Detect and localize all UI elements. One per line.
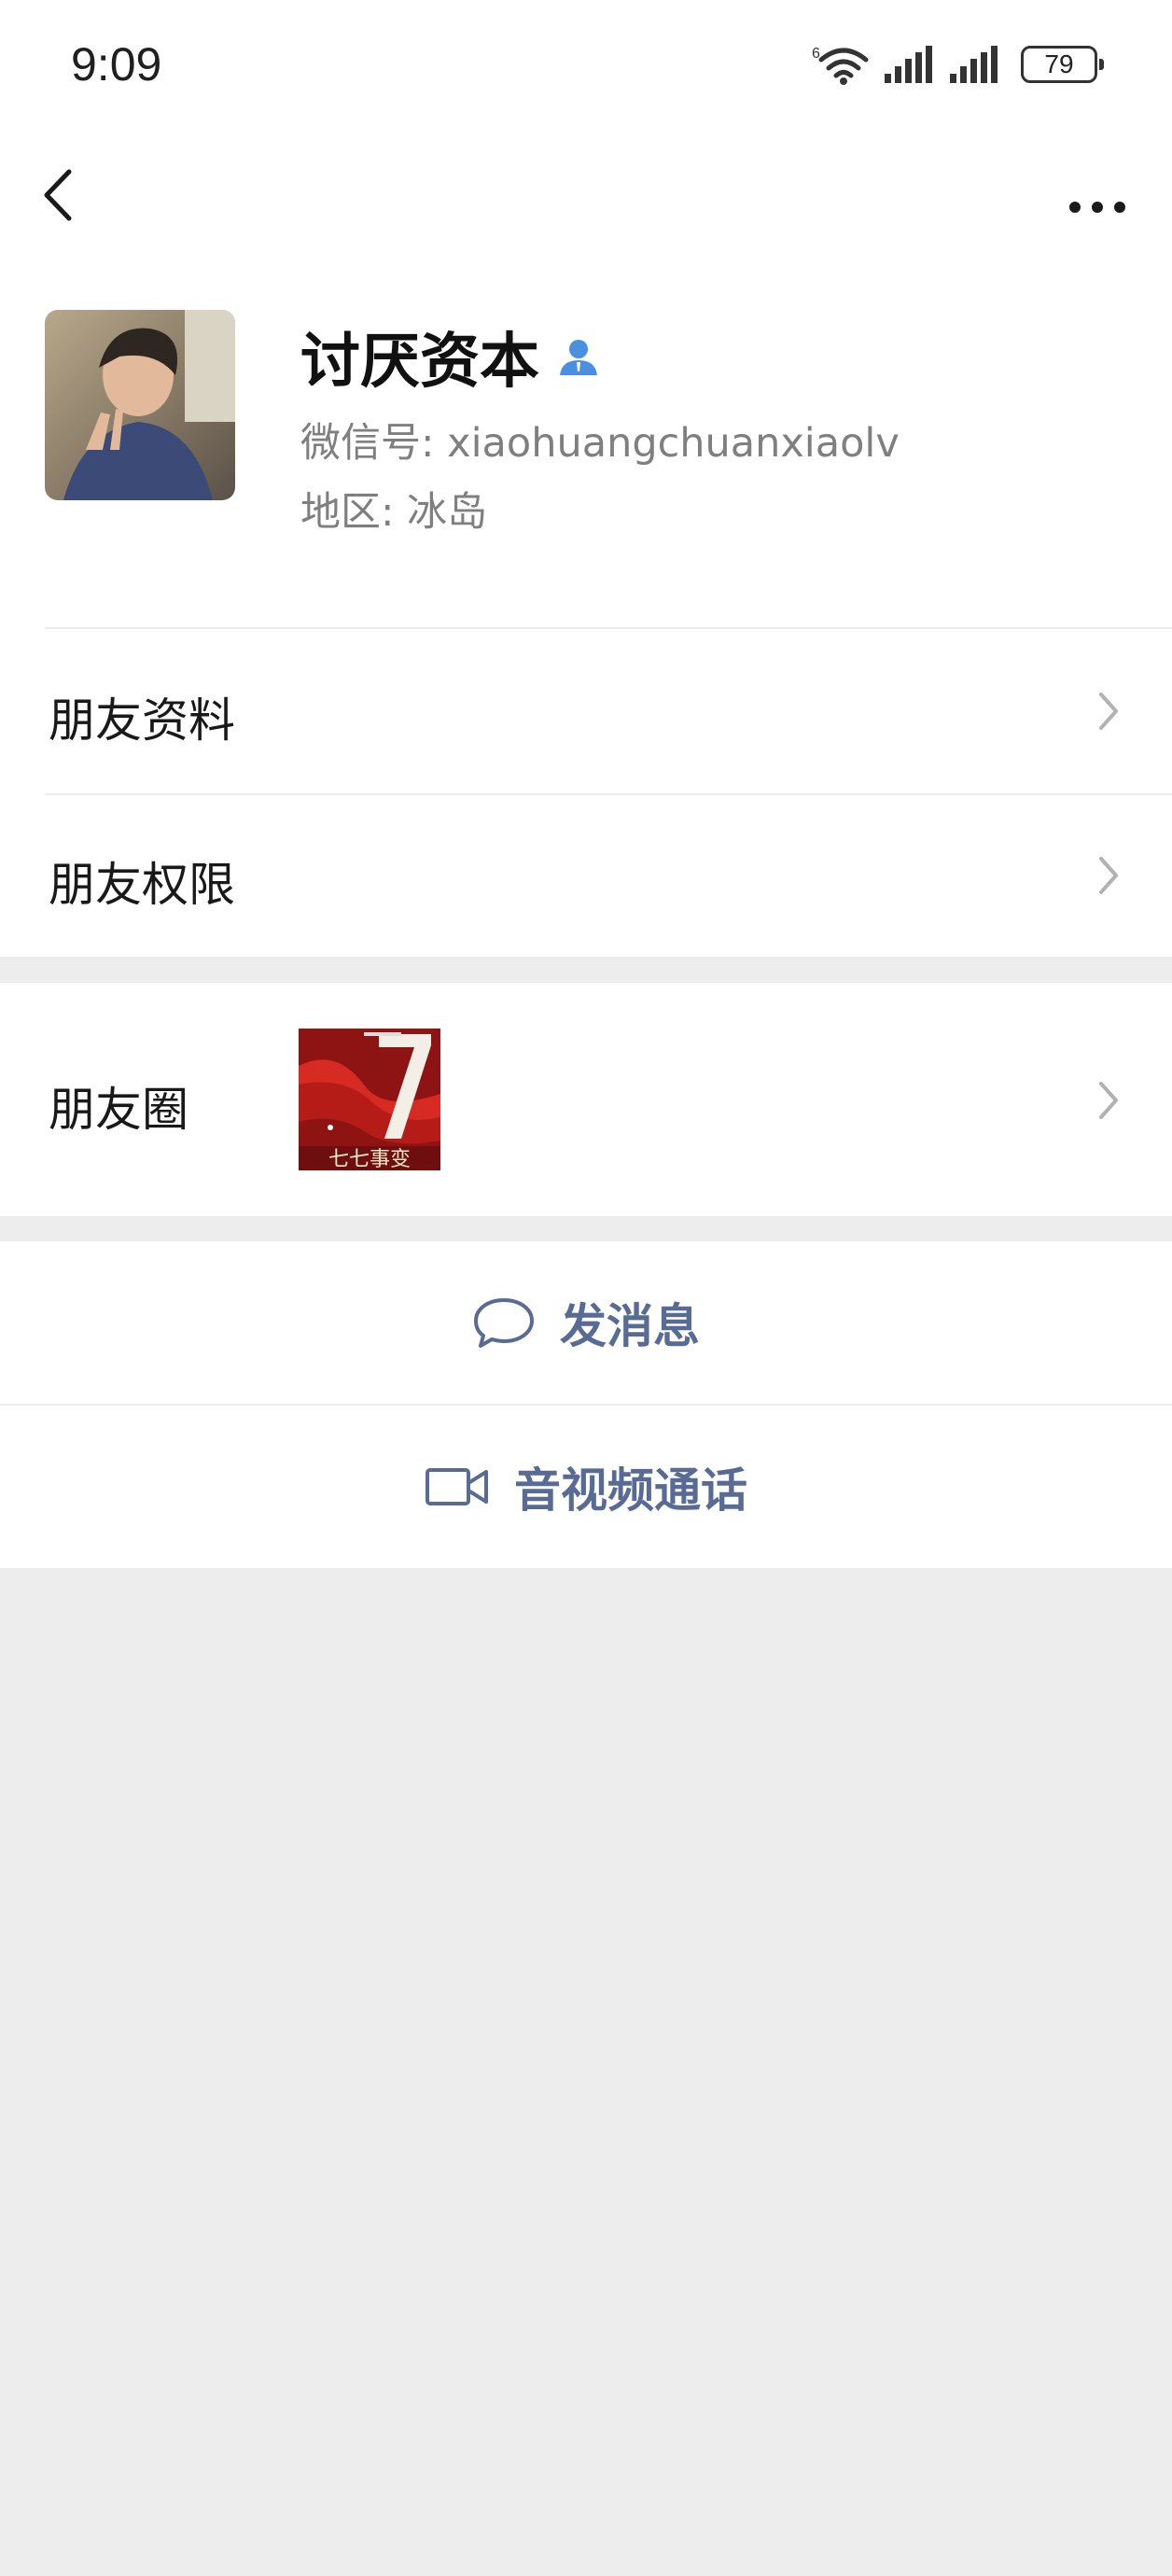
- battery-level: 79: [1044, 49, 1074, 78]
- wifi-icon: 6: [812, 46, 869, 85]
- wechat-id: 微信号: xiaohuangchuanxiaolv: [300, 420, 900, 467]
- profile-name: 讨厌资本: [300, 328, 539, 397]
- profile-name-row: 讨厌资本: [300, 314, 601, 399]
- chat-bubble-icon: [474, 1298, 534, 1348]
- chevron-right-icon: [1099, 1082, 1118, 1119]
- header: [0, 149, 1172, 243]
- friend-permissions-label: 朋友权限: [49, 858, 235, 912]
- friend-permissions-row[interactable]: 朋友权限: [0, 795, 1172, 956]
- moments-row[interactable]: 朋友圈: [0, 983, 1172, 1216]
- avatar-image: [45, 310, 235, 500]
- signal-icon-2: [950, 46, 998, 83]
- status-icons: 6 79: [810, 43, 1104, 86]
- video-camera-icon: [426, 1468, 488, 1505]
- video-call-label: 音视频通话: [514, 1463, 747, 1518]
- send-message-button[interactable]: 发消息: [0, 1241, 1172, 1404]
- more-dots-icon: [1069, 202, 1125, 213]
- send-message-label: 发消息: [560, 1299, 700, 1353]
- avatar[interactable]: [45, 310, 235, 500]
- friend-info-row[interactable]: 朋友资料: [0, 629, 1172, 793]
- moments-thumbnail[interactable]: 七七事变: [299, 1029, 440, 1170]
- status-time: 9:09: [71, 38, 162, 91]
- moments-label: 朋友圈: [49, 1083, 188, 1137]
- verified-user-icon: [560, 340, 597, 375]
- friend-info-label: 朋友资料: [49, 693, 235, 748]
- more-button[interactable]: [1060, 162, 1135, 228]
- section-gap: [0, 957, 1172, 983]
- moments-thumbnail-image: 七七事变: [299, 1029, 440, 1170]
- video-call-button[interactable]: 音视频通话: [0, 1406, 1172, 1568]
- status-bar: 9:09 6 79: [0, 0, 1172, 131]
- battery-indicator: 79: [1021, 46, 1104, 83]
- signal-icon-1: [885, 46, 932, 83]
- section-gap: [0, 1216, 1172, 1240]
- chevron-right-icon: [1099, 693, 1118, 730]
- back-button[interactable]: [30, 162, 95, 228]
- region: 地区: 冰岛: [300, 489, 488, 536]
- chevron-right-icon: [1099, 857, 1118, 894]
- back-arrow-icon: [44, 169, 72, 221]
- thumbnail-caption: 七七事变: [328, 1148, 411, 1170]
